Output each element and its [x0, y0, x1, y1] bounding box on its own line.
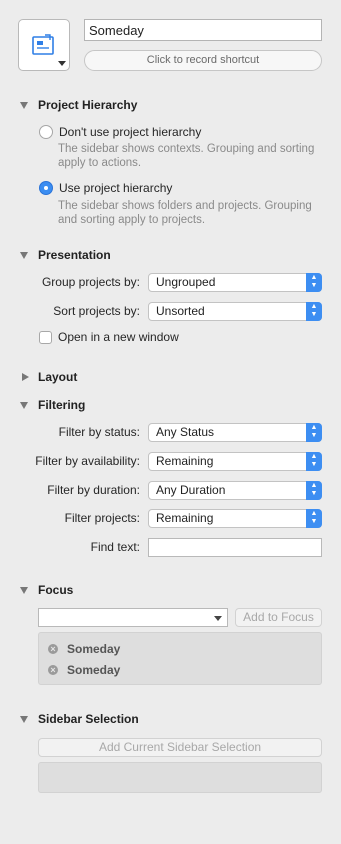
checkbox[interactable] [39, 330, 52, 344]
section-title: Project Hierarchy [38, 98, 138, 112]
radio-hint: The sidebar shows contexts. Grouping and… [58, 143, 315, 169]
section-header-layout[interactable]: Layout [20, 369, 77, 385]
popup-arrows-icon: ▲ ▼ [306, 302, 322, 321]
popup-value: Ungrouped [156, 275, 216, 289]
record-shortcut-button[interactable]: Click to record shortcut [84, 50, 322, 71]
open-new-window-checkbox-row[interactable]: Open in a new window [39, 329, 179, 345]
popup-arrows-icon: ▲ ▼ [306, 423, 322, 442]
chevron-down-icon [58, 61, 66, 66]
add-to-focus-button[interactable]: Add to Focus [235, 608, 322, 627]
disclosure-triangle-icon [20, 98, 32, 112]
filter-projects-popup[interactable]: Remaining ▲ ▼ [148, 509, 322, 528]
checkbox-label: Open in a new window [58, 330, 179, 344]
focus-item-label: Someday [67, 663, 121, 677]
disclosure-triangle-icon [20, 248, 32, 262]
disclosure-triangle-icon [20, 398, 32, 412]
group-projects-label: Group projects by: [41, 275, 140, 289]
find-text-input[interactable] [148, 538, 322, 557]
sidebar-selection-list [38, 762, 322, 793]
filter-availability-label: Filter by availability: [35, 454, 140, 468]
perspective-icon-well[interactable] [18, 19, 70, 71]
group-projects-popup[interactable]: Ungrouped ▲ ▼ [148, 273, 322, 292]
perspective-name-field[interactable]: Someday [84, 19, 322, 41]
section-header-sidebar-selection[interactable]: Sidebar Selection [20, 711, 139, 727]
popup-value: Any Status [156, 425, 215, 439]
disclosure-triangle-icon [20, 370, 32, 384]
disclosure-triangle-icon [20, 583, 32, 597]
section-title: Presentation [38, 248, 111, 262]
disclosure-triangle-icon [20, 712, 32, 726]
radio-no-hierarchy[interactable]: Don't use project hierarchy [39, 124, 201, 140]
popup-arrows-icon: ▲ ▼ [306, 273, 322, 292]
popup-value: Remaining [156, 454, 214, 468]
radio-hint: The sidebar shows folders and projects. … [58, 200, 312, 226]
sort-projects-popup[interactable]: Unsorted ▲ ▼ [148, 302, 322, 321]
radio-button[interactable] [39, 181, 53, 195]
radio-label: Use project hierarchy [59, 181, 173, 195]
filter-duration-label: Filter by duration: [47, 483, 140, 497]
popup-value: Any Duration [156, 483, 226, 497]
focus-combo-box[interactable] [38, 608, 228, 627]
focus-list: × Someday × Someday [38, 632, 322, 685]
radio-use-hierarchy[interactable]: Use project hierarchy [39, 180, 172, 196]
sort-projects-label: Sort projects by: [53, 304, 140, 318]
filter-projects-label: Filter projects: [64, 511, 140, 525]
section-header-project-hierarchy[interactable]: Project Hierarchy [20, 97, 137, 113]
find-text-label: Find text: [90, 540, 140, 554]
popup-arrows-icon: ▲ ▼ [306, 481, 322, 500]
perspective-icon [32, 34, 56, 59]
section-title: Layout [38, 370, 78, 384]
chevron-down-icon [214, 616, 222, 621]
filter-status-label: Filter by status: [58, 425, 140, 439]
popup-value: Unsorted [156, 304, 205, 318]
radio-label: Don't use project hierarchy [59, 125, 202, 139]
popup-value: Remaining [156, 511, 214, 525]
section-header-filtering[interactable]: Filtering [20, 397, 85, 413]
focus-item-label: Someday [67, 642, 121, 656]
radio-button[interactable] [39, 125, 53, 139]
filter-status-popup[interactable]: Any Status ▲ ▼ [148, 423, 322, 442]
section-title: Sidebar Selection [38, 712, 139, 726]
section-header-presentation[interactable]: Presentation [20, 247, 111, 263]
focus-item: × Someday [48, 641, 120, 657]
add-sidebar-selection-button[interactable]: Add Current Sidebar Selection [38, 738, 322, 757]
remove-icon[interactable]: × [48, 644, 58, 654]
popup-arrows-icon: ▲ ▼ [306, 452, 322, 471]
section-header-focus[interactable]: Focus [20, 582, 73, 598]
focus-item: × Someday [48, 662, 120, 678]
filter-availability-popup[interactable]: Remaining ▲ ▼ [148, 452, 322, 471]
filter-duration-popup[interactable]: Any Duration ▲ ▼ [148, 481, 322, 500]
remove-icon[interactable]: × [48, 665, 58, 675]
section-title: Filtering [38, 398, 86, 412]
popup-arrows-icon: ▲ ▼ [306, 509, 322, 528]
section-title: Focus [38, 583, 74, 597]
